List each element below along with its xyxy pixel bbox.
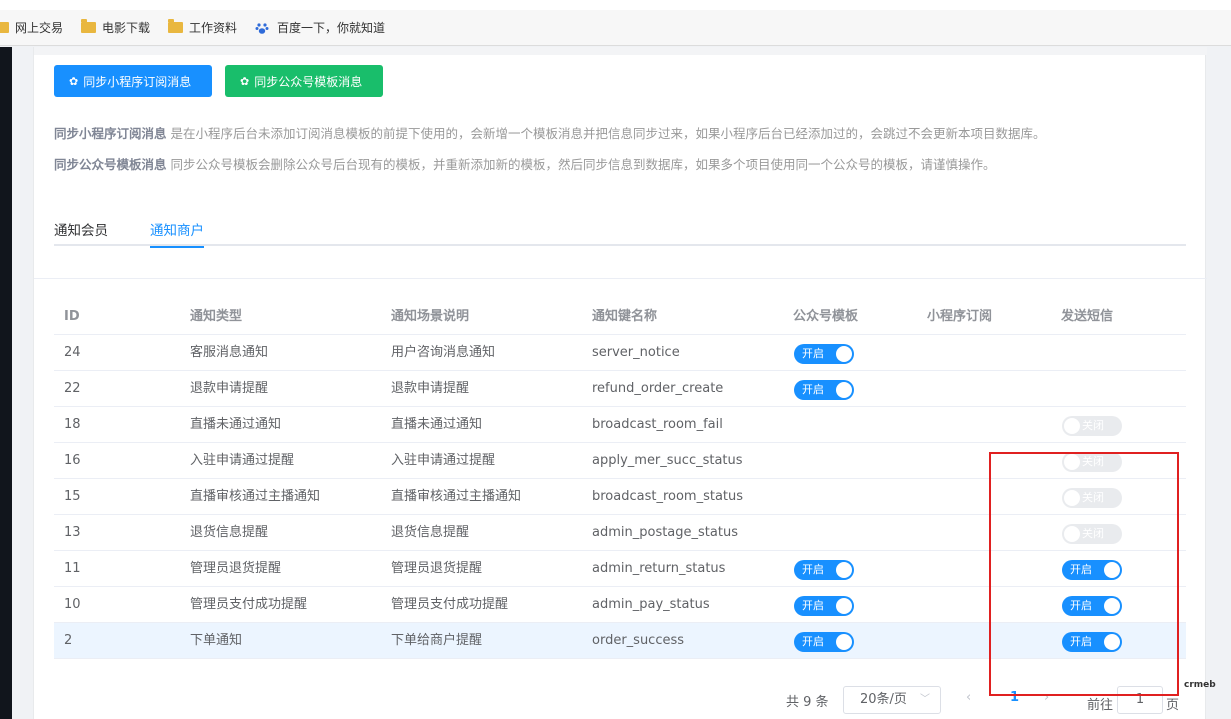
- tab-bar: 通知会员 通知商户: [54, 219, 1186, 248]
- switch-label: 开启: [802, 347, 824, 360]
- crmeb-logo: crmeb: [1184, 680, 1216, 690]
- header-type: 通知类型: [190, 309, 243, 324]
- goto-label: 前往: [1087, 698, 1114, 713]
- switch-knob: [1064, 418, 1080, 434]
- cell-id: 16: [64, 453, 81, 468]
- cell-scene: 管理员退货提醒: [391, 561, 483, 576]
- baidu-paw-icon: [255, 22, 269, 34]
- cell-id: 15: [64, 489, 81, 504]
- cell-type: 退货信息提醒: [190, 525, 269, 540]
- cell-id: 11: [64, 561, 81, 576]
- switch-label: 开启: [802, 599, 824, 612]
- cell-id: 13: [64, 525, 81, 540]
- switch-knob: [836, 562, 852, 578]
- cell-scene: 退款申请提醒: [391, 381, 470, 396]
- switch-knob: [836, 346, 852, 362]
- address-bar[interactable]: [0, 0, 1231, 10]
- gear-icon: ✿: [240, 75, 250, 88]
- pagination-total: 共 9 条: [786, 695, 829, 710]
- goto-suffix: 页: [1166, 698, 1180, 713]
- cell-scene: 下单给商户提醒: [391, 633, 483, 648]
- switch-label: 开启: [802, 383, 824, 396]
- switch-label: 开启: [802, 563, 824, 576]
- cell-type: 客服消息通知: [190, 345, 269, 360]
- cell-scene: 管理员支付成功提醒: [391, 597, 509, 612]
- header-mp-template: 公众号模板: [793, 309, 859, 324]
- cell-scene: 用户咨询消息通知: [391, 345, 496, 360]
- mp-template-switch[interactable]: 开启: [794, 596, 854, 616]
- description-mp: 同步公众号模板消息 同步公众号模板会删除公众号后台现有的模板，并重新添加新的模板…: [54, 157, 996, 172]
- gear-icon: ✿: [69, 75, 79, 88]
- cell-key: apply_mer_succ_status: [592, 453, 743, 468]
- cell-id: 22: [64, 381, 81, 396]
- mp-template-switch[interactable]: 开启: [794, 632, 854, 652]
- cell-type: 管理员退货提醒: [190, 561, 282, 576]
- description-mini: 同步小程序订阅消息 是在小程序后台未添加订阅消息模板的前提下使用的，会新增一个模…: [54, 126, 1046, 141]
- cell-scene: 入驻申请通过提醒: [391, 453, 496, 468]
- bookmark-item[interactable]: 电影下载: [81, 10, 150, 46]
- tab-notify-merchant[interactable]: 通知商户: [150, 219, 204, 248]
- mp-template-switch[interactable]: 开启: [794, 380, 854, 400]
- header-sms: 发送短信: [1061, 309, 1114, 324]
- header-mini-subscribe: 小程序订阅: [927, 309, 993, 324]
- section-divider: [34, 278, 1207, 279]
- cell-type: 退款申请提醒: [190, 381, 269, 396]
- cell-type: 入驻申请通过提醒: [190, 453, 295, 468]
- cell-type: 管理员支付成功提醒: [190, 597, 308, 612]
- cell-key: broadcast_room_status: [592, 489, 744, 504]
- switch-label: 开启: [802, 635, 824, 648]
- mp-template-switch[interactable]: 开启: [794, 344, 854, 364]
- switch-knob: [836, 382, 852, 398]
- chevron-down-icon: ﹀: [920, 694, 930, 705]
- table-row: 22 退款申请提醒 退款申请提醒 refund_order_create 开启: [54, 371, 1186, 407]
- switch-knob: [836, 598, 852, 614]
- bookmarks-bar: 网上交易 电影下载 工作资料 百度一下，你就知道: [0, 10, 1231, 46]
- sidebar-edge: [0, 47, 12, 719]
- cell-key: server_notice: [592, 345, 680, 360]
- sms-switch[interactable]: 关闭: [1062, 416, 1122, 436]
- cell-id: 10: [64, 597, 81, 612]
- header-id: ID: [64, 309, 80, 324]
- bookmark-item[interactable]: 工作资料: [168, 10, 237, 46]
- annotation-highlight-box: [989, 452, 1179, 696]
- mp-template-switch[interactable]: 开启: [794, 560, 854, 580]
- bookmark-item[interactable]: 网上交易: [0, 10, 63, 46]
- bookmark-item[interactable]: 百度一下，你就知道: [255, 10, 385, 46]
- prev-page-icon[interactable]: ‹: [966, 690, 971, 705]
- cell-key: order_success: [592, 633, 685, 648]
- table-header: ID 通知类型 通知场景说明 通知键名称 公众号模板 小程序订阅 发送短信: [54, 299, 1186, 335]
- cell-key: refund_order_create: [592, 381, 724, 396]
- cell-scene: 直播审核通过主播通知: [391, 489, 522, 504]
- cell-id: 18: [64, 417, 81, 432]
- cell-type: 直播审核通过主播通知: [190, 489, 321, 504]
- cell-type: 直播未通过通知: [190, 417, 282, 432]
- tab-notify-member[interactable]: 通知会员: [54, 219, 108, 246]
- table-row: 24 客服消息通知 用户咨询消息通知 server_notice 开启: [54, 335, 1186, 371]
- cell-id: 2: [64, 633, 73, 648]
- card-top-divider: [34, 47, 1207, 55]
- folder-icon: [168, 19, 184, 33]
- header-key: 通知键名称: [592, 309, 658, 324]
- cell-id: 24: [64, 345, 81, 360]
- cell-key: admin_return_status: [592, 561, 726, 576]
- cell-key: admin_pay_status: [592, 597, 710, 612]
- cell-key: admin_postage_status: [592, 525, 738, 540]
- sync-mini-program-button[interactable]: ✿ 同步小程序订阅消息: [54, 65, 212, 97]
- folder-icon: [0, 22, 9, 33]
- cell-scene: 退货信息提醒: [391, 525, 470, 540]
- switch-label: 关闭: [1082, 419, 1104, 432]
- folder-icon: [81, 19, 97, 33]
- header-scene: 通知场景说明: [391, 309, 470, 324]
- cell-type: 下单通知: [190, 633, 243, 648]
- switch-knob: [836, 634, 852, 650]
- table-row: 18 直播未通过通知 直播未通过通知 broadcast_room_fail 关闭: [54, 407, 1186, 443]
- cell-key: broadcast_room_fail: [592, 417, 723, 432]
- page-size-select[interactable]: 20条/页 ﹀: [843, 686, 941, 714]
- sync-official-account-button[interactable]: ✿ 同步公众号模板消息: [225, 65, 383, 97]
- cell-scene: 直播未通过通知: [391, 417, 483, 432]
